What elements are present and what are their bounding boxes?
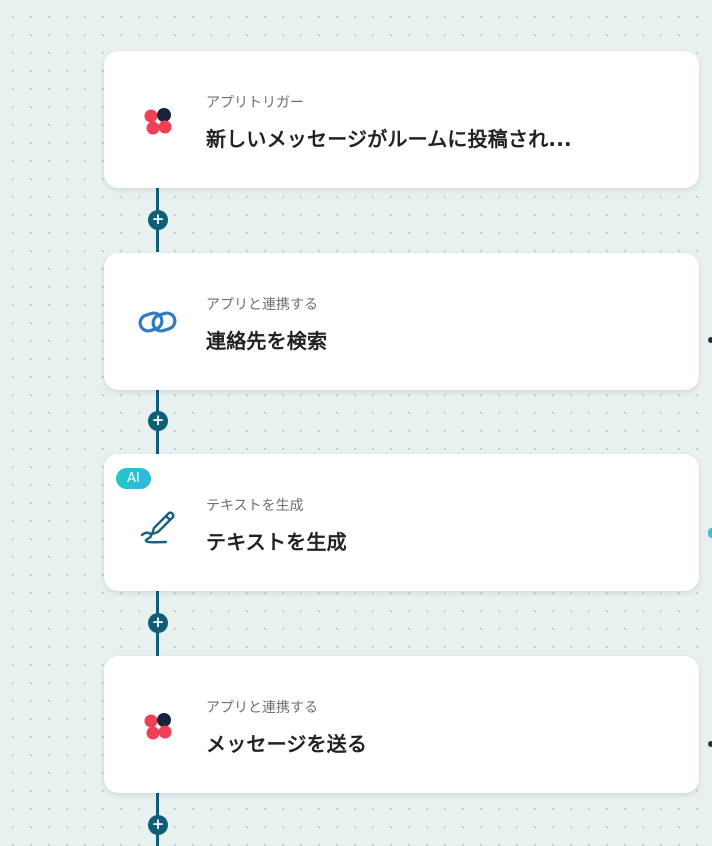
step-card-trigger[interactable]: アプリトリガー 新しいメッセージがルームに投稿され...: [104, 51, 699, 188]
step-card-search-contact[interactable]: アプリと連携する 連絡先を検索: [104, 253, 699, 390]
step-label: テキストを生成: [206, 498, 304, 514]
step-title: 新しいメッセージがルームに投稿され...: [206, 127, 572, 151]
step-label: アプリと連携する: [206, 700, 318, 716]
zoho-crm-icon: [138, 303, 178, 343]
pen-icon: [138, 504, 178, 544]
add-step-button[interactable]: +: [148, 815, 168, 835]
step-label: アプリトリガー: [206, 95, 304, 111]
step-card-send-message[interactable]: アプリと連携する メッセージを送る: [104, 656, 699, 793]
chatwork-icon: [138, 101, 178, 141]
add-step-button[interactable]: +: [148, 613, 168, 633]
add-step-button[interactable]: +: [148, 210, 168, 230]
ai-badge: AI: [116, 468, 151, 489]
step-title: テキストを生成: [206, 530, 347, 554]
step-title: メッセージを送る: [206, 732, 368, 756]
edge-handle-dot: [708, 528, 712, 538]
add-step-button[interactable]: +: [148, 411, 168, 431]
step-title: 連絡先を検索: [206, 329, 328, 353]
edge-handle-dot: [708, 337, 712, 343]
step-card-generate-text[interactable]: テキストを生成 テキストを生成: [104, 454, 699, 591]
chatwork-icon: [138, 706, 178, 746]
step-label: アプリと連携する: [206, 297, 318, 313]
edge-handle-dot: [708, 741, 712, 747]
